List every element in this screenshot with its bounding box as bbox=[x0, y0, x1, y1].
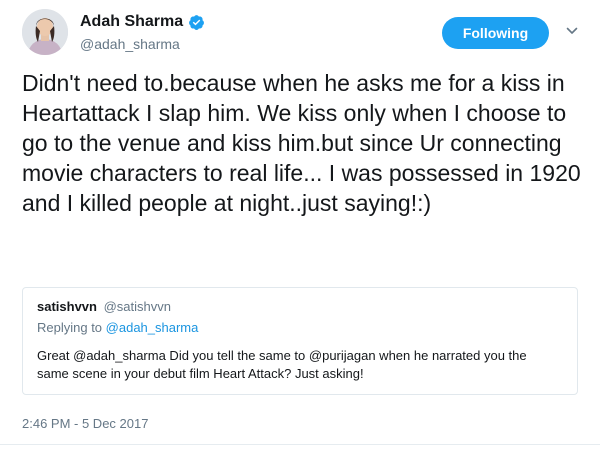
quoted-tweet-text: Great @adah_sharma Did you tell the same… bbox=[37, 348, 527, 381]
quoted-author-handle: @satishvvn bbox=[103, 299, 171, 314]
author-name-row: Adah Sharma bbox=[80, 11, 205, 33]
avatar[interactable] bbox=[22, 9, 68, 55]
chevron-down-icon[interactable] bbox=[565, 24, 579, 38]
author-handle[interactable]: @adah_sharma bbox=[80, 35, 180, 53]
verified-badge-icon bbox=[188, 14, 205, 31]
replying-prefix: Replying to bbox=[37, 320, 103, 335]
following-button[interactable]: Following bbox=[442, 17, 549, 49]
tweet-text: Didn't need to.because when he asks me f… bbox=[22, 70, 581, 216]
quoted-tweet[interactable]: satishvvn @satishvvn Replying to @adah_s… bbox=[22, 287, 578, 395]
replying-to-link[interactable]: @adah_sharma bbox=[106, 320, 199, 335]
author-display-name[interactable]: Adah Sharma bbox=[80, 11, 183, 33]
tweet-timestamp[interactable]: 2:46 PM - 5 Dec 2017 bbox=[22, 416, 148, 432]
divider bbox=[0, 444, 600, 445]
quoted-replying-to: Replying to @adah_sharma bbox=[37, 320, 198, 336]
quoted-tweet-header: satishvvn @satishvvn bbox=[37, 299, 171, 315]
avatar-image bbox=[22, 9, 68, 55]
tweet-card: Adah Sharma @adah_sharma Following Didn'… bbox=[0, 0, 600, 450]
quoted-author-name: satishvvn bbox=[37, 299, 97, 314]
